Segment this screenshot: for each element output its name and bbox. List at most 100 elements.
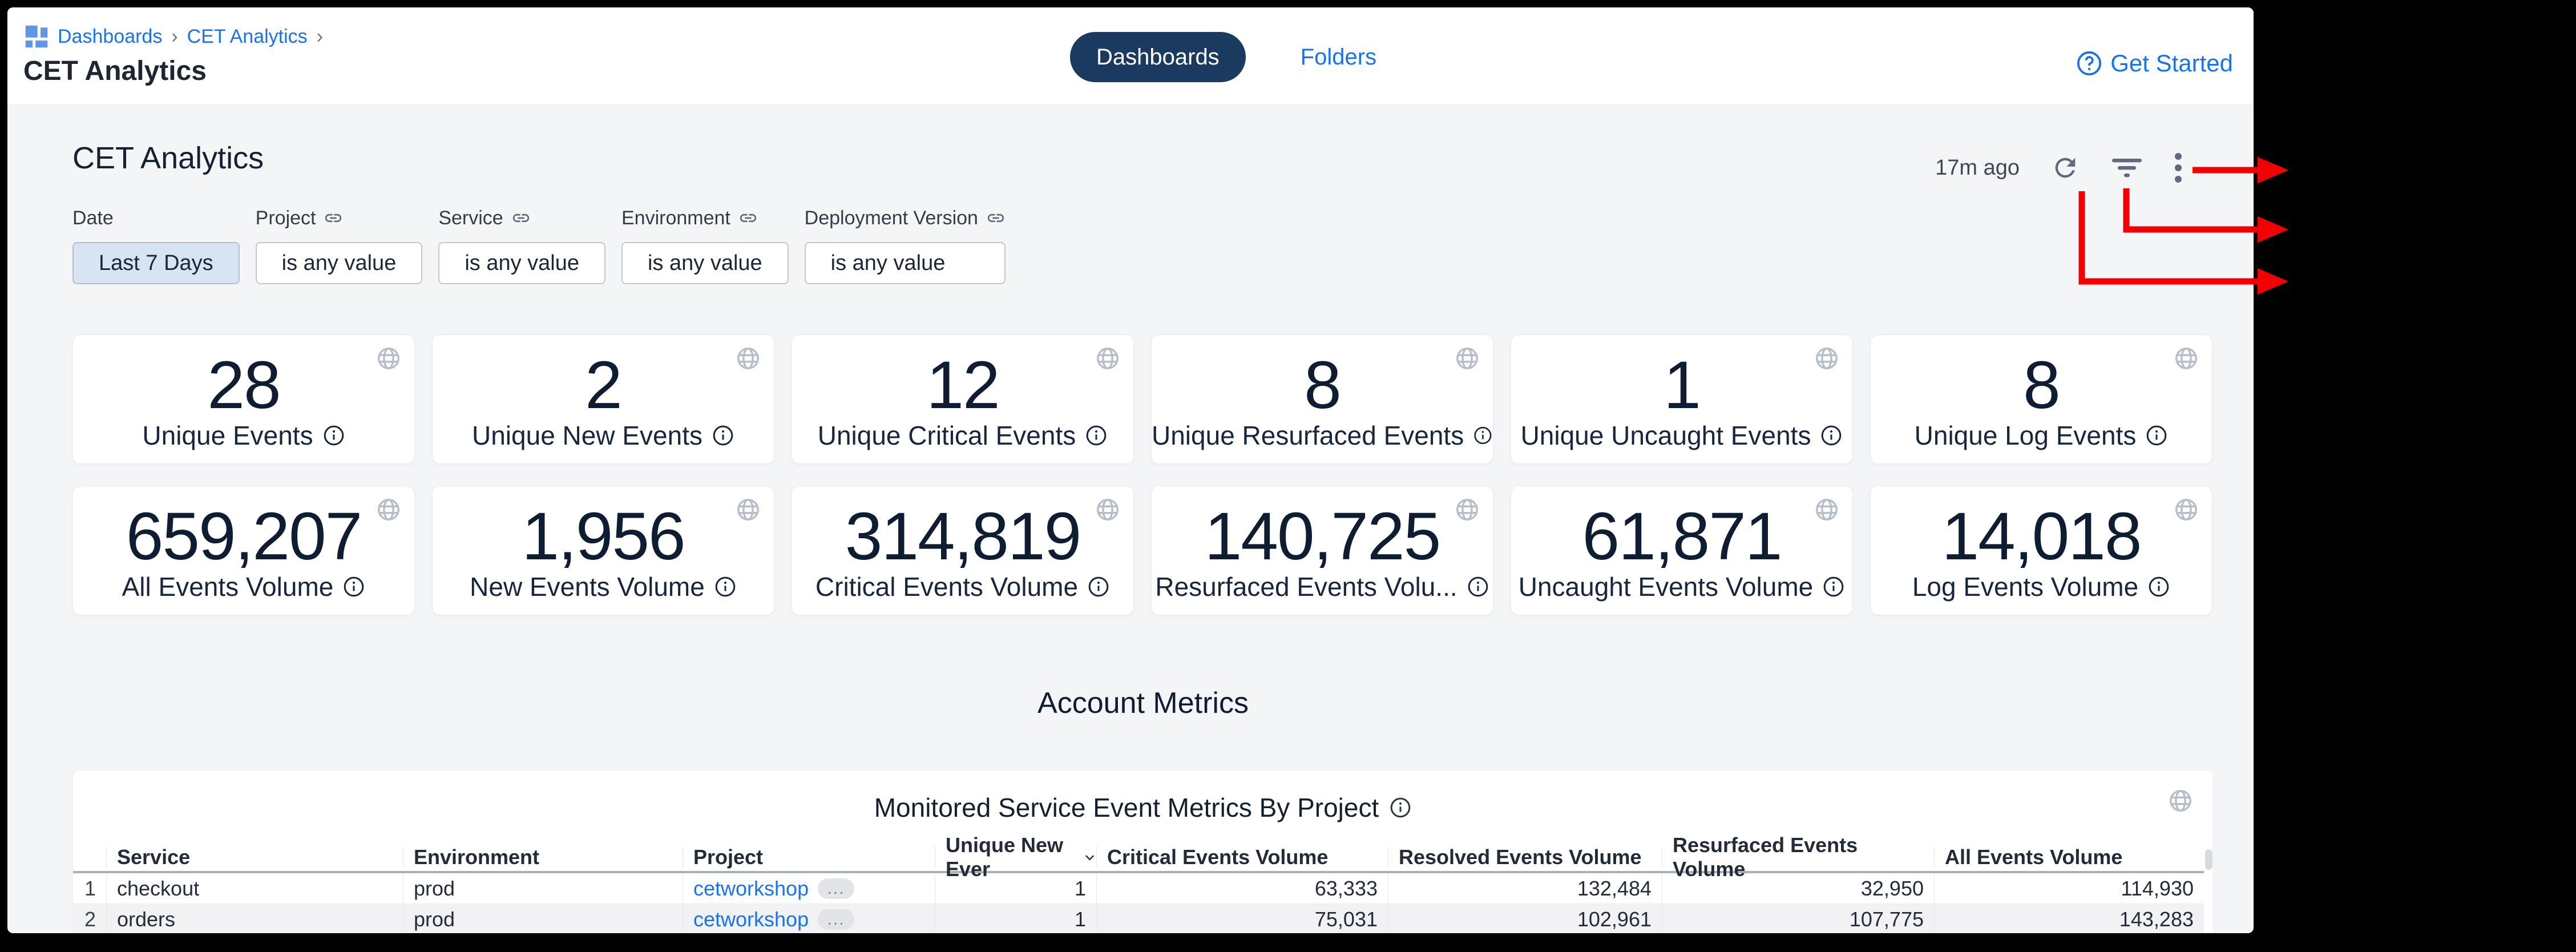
col-header-label: Service — [117, 845, 190, 869]
kpi-value: 28 — [73, 349, 414, 423]
filter-label-text: Project — [256, 207, 316, 229]
filter-value-button[interactable]: is any value — [805, 242, 1006, 284]
kpi-card: 1Unique Uncaught Events — [1511, 334, 1853, 464]
kpi-label-text: Resurfaced Events Volu... — [1155, 571, 1457, 602]
kpi-card: 314,819Critical Events Volume — [792, 486, 1134, 615]
info-icon[interactable] — [322, 424, 345, 447]
project-link[interactable]: cetworkshop — [693, 907, 809, 931]
cell-resolved: 102,961 — [1388, 904, 1662, 933]
info-icon[interactable] — [712, 424, 734, 447]
kpi-value: 2 — [433, 349, 774, 423]
col-header-environment[interactable]: Environment — [403, 847, 683, 868]
filter-label: Date — [72, 205, 240, 231]
kpi-value: 12 — [792, 349, 1133, 423]
info-icon[interactable] — [342, 575, 365, 598]
info-icon[interactable] — [1820, 424, 1843, 447]
breadcrumb-separator: › — [317, 26, 323, 48]
info-icon[interactable] — [1085, 424, 1108, 447]
cell-service: checkout — [106, 873, 403, 903]
cell-service: orders — [106, 904, 403, 933]
tab-bar: Dashboards Folders — [1070, 32, 1376, 82]
info-icon[interactable] — [1473, 424, 1493, 447]
table-row: 2ordersprodcetworkshop...175,031102,9611… — [73, 904, 2204, 933]
kpi-label-text: Unique Log Events — [1915, 420, 2137, 451]
get-started-button[interactable]: Get Started — [2076, 50, 2233, 77]
filter-label: Deployment Version — [805, 205, 1006, 231]
data-table: Service Environment Project Unique New Ever… — [73, 844, 2204, 933]
filter-label: Environment — [621, 205, 789, 231]
cell-critical: 75,031 — [1096, 904, 1388, 933]
cell-menu-pill[interactable]: ... — [818, 909, 854, 930]
info-icon[interactable] — [1822, 575, 1845, 598]
refresh-icon[interactable] — [2050, 153, 2080, 183]
info-icon[interactable] — [1389, 796, 1412, 819]
filter-value-button[interactable]: is any value — [438, 242, 605, 284]
table-title: Monitored Service Event Metrics By Proje… — [73, 792, 2213, 823]
filter-date: Date Last 7 Days — [72, 205, 240, 284]
kpi-label-text: Unique New Events — [472, 420, 702, 451]
cell-num: 2 — [73, 904, 106, 933]
breadcrumb-dashboards-link[interactable]: Dashboards — [58, 26, 162, 48]
breadcrumb: Dashboards › CET Analytics › — [25, 25, 323, 49]
filter-label-text: Service — [438, 207, 503, 229]
col-header-project[interactable]: Project — [683, 847, 935, 868]
kpi-label: Unique Uncaught Events — [1511, 420, 1852, 451]
filter-label-text: Deployment Version — [805, 207, 978, 229]
col-header-resolved[interactable]: Resolved Events Volume — [1388, 847, 1662, 868]
col-header-all[interactable]: All Events Volume — [1934, 847, 2204, 868]
col-header-service[interactable]: Service — [106, 847, 403, 868]
help-circle-icon — [2076, 50, 2102, 76]
breadcrumb-cet-analytics-link[interactable]: CET Analytics — [187, 26, 308, 48]
kpi-label-text: Unique Events — [142, 420, 313, 451]
top-bar: Dashboards › CET Analytics › CET Analyti… — [7, 7, 2254, 104]
kebab-menu-icon[interactable] — [2174, 152, 2183, 184]
col-header-label: All Events Volume — [1945, 845, 2122, 869]
dashboard-body: CET Analytics 17m ago — [7, 104, 2254, 933]
kpi-label-text: Critical Events Volume — [815, 571, 1078, 602]
table-body: 1checkoutprodcetworkshop...163,333132,48… — [73, 873, 2204, 933]
col-header-num — [73, 847, 106, 868]
filter-service: Service is any value — [438, 205, 605, 284]
project-link[interactable]: cetworkshop — [693, 877, 809, 901]
link-icon — [986, 208, 1006, 228]
filter-value-button[interactable]: is any value — [256, 242, 423, 284]
kpi-value: 14,018 — [1871, 500, 2212, 574]
cell-menu-pill[interactable]: ... — [818, 878, 854, 899]
cell-project: cetworkshop... — [683, 873, 935, 903]
filter-label: Service — [438, 205, 605, 231]
table-scrollbar[interactable] — [2205, 849, 2212, 870]
page-title: CET Analytics — [23, 55, 207, 87]
info-icon[interactable] — [2145, 424, 2168, 447]
tab-folders[interactable]: Folders — [1301, 45, 1376, 70]
cell-environment: prod — [403, 873, 683, 903]
cell-environment: prod — [403, 904, 683, 933]
app-window: Dashboards › CET Analytics › CET Analyti… — [7, 7, 2254, 933]
kpi-value: 659,207 — [73, 500, 414, 574]
tab-dashboards[interactable]: Dashboards — [1070, 32, 1246, 82]
kpi-label: Critical Events Volume — [792, 571, 1133, 602]
col-header-unique_new[interactable]: Unique New Ever — [935, 847, 1096, 868]
col-header-critical[interactable]: Critical Events Volume — [1096, 847, 1388, 868]
filter-bar: DateLast 7 DaysProjectis any valueServic… — [72, 205, 1006, 284]
info-icon[interactable] — [1087, 575, 1110, 598]
info-icon[interactable] — [2147, 575, 2170, 598]
filter-icon[interactable] — [2111, 153, 2143, 183]
filter-value-button[interactable]: is any value — [621, 242, 789, 284]
kpi-card: 1,956New Events Volume — [432, 486, 774, 615]
filter-label-text: Environment — [621, 207, 730, 229]
filter-value-button[interactable]: Last 7 Days — [72, 242, 240, 284]
kpi-card: 12Unique Critical Events — [792, 334, 1134, 464]
info-icon[interactable] — [1467, 575, 1489, 598]
kpi-label-text: Unique Uncaught Events — [1521, 420, 1811, 451]
kpi-label: Unique New Events — [433, 420, 774, 451]
cell-critical: 63,333 — [1096, 873, 1388, 903]
kpi-label: All Events Volume — [73, 571, 414, 602]
kpi-card: 28Unique Events — [72, 334, 415, 464]
kpi-label: Unique Critical Events — [792, 420, 1133, 451]
col-header-resurfaced[interactable]: Resurfaced Events Volume — [1662, 847, 1934, 868]
link-icon — [511, 208, 531, 228]
col-header-label: Project — [693, 845, 763, 869]
info-icon[interactable] — [714, 575, 737, 598]
kpi-label: Log Events Volume — [1871, 571, 2212, 602]
col-header-label: Environment — [414, 845, 539, 869]
